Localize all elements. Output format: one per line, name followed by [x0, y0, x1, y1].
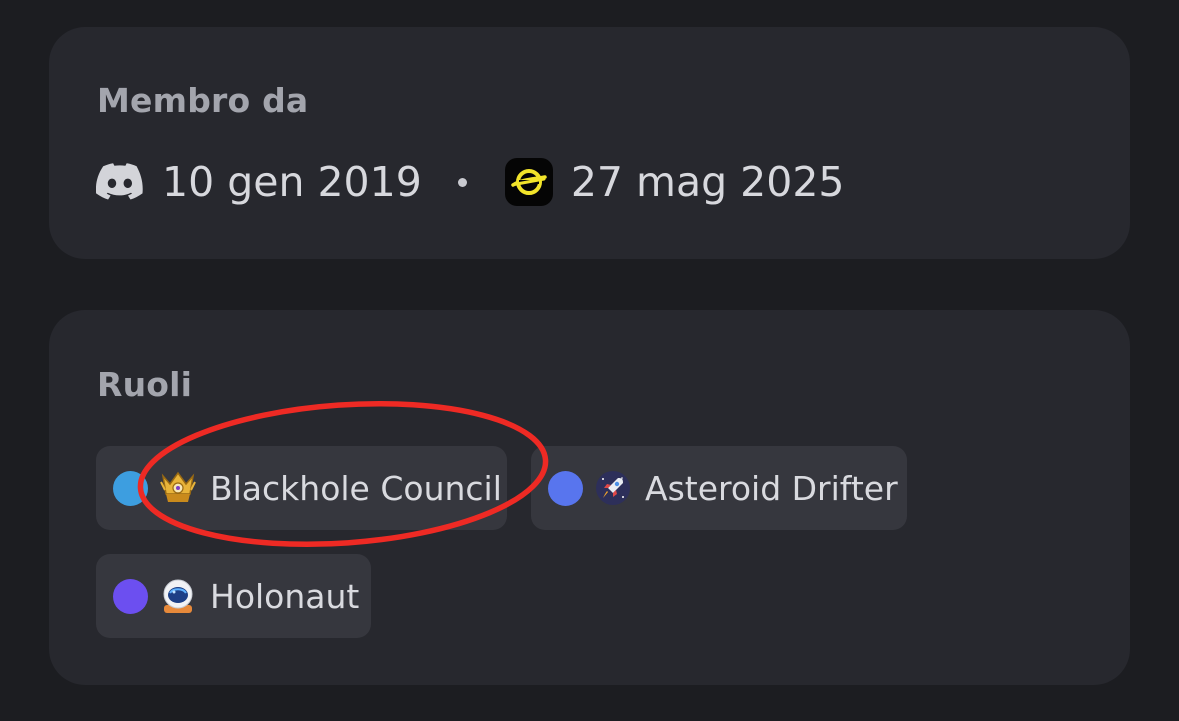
member-since-row: 10 gen 2019 27 mag 2025: [96, 153, 845, 211]
server-join-date: 27 mag 2025: [570, 158, 845, 206]
discord-logo-icon: [96, 158, 144, 206]
role-color-dot: [113, 578, 148, 614]
member-since-card: Membro da 10 gen 2019 27 mag 2025: [49, 27, 1130, 259]
roles-card: Ruoli Blackhole Council Asteroid Drifter…: [49, 310, 1130, 685]
role-pill-blackhole-council[interactable]: Blackhole Council: [96, 446, 507, 530]
role-label: Asteroid Drifter: [645, 468, 898, 508]
crown-emblem-icon: [160, 470, 196, 506]
discord-join-date: 10 gen 2019: [162, 158, 422, 206]
rocket-icon: [595, 470, 631, 506]
separator-dot: [457, 177, 467, 187]
role-pill-holonaut[interactable]: Holonaut: [96, 554, 371, 638]
astronaut-helmet-icon: [160, 578, 196, 614]
member-since-title: Membro da: [97, 81, 309, 120]
roles-title: Ruoli: [97, 365, 193, 404]
role-label: Holonaut: [210, 576, 360, 616]
role-pill-asteroid-drifter[interactable]: Asteroid Drifter: [531, 446, 907, 530]
server-logo-icon[interactable]: [504, 158, 553, 206]
role-label: Blackhole Council: [210, 468, 502, 508]
role-color-dot: [113, 470, 148, 506]
role-color-dot: [548, 470, 583, 506]
